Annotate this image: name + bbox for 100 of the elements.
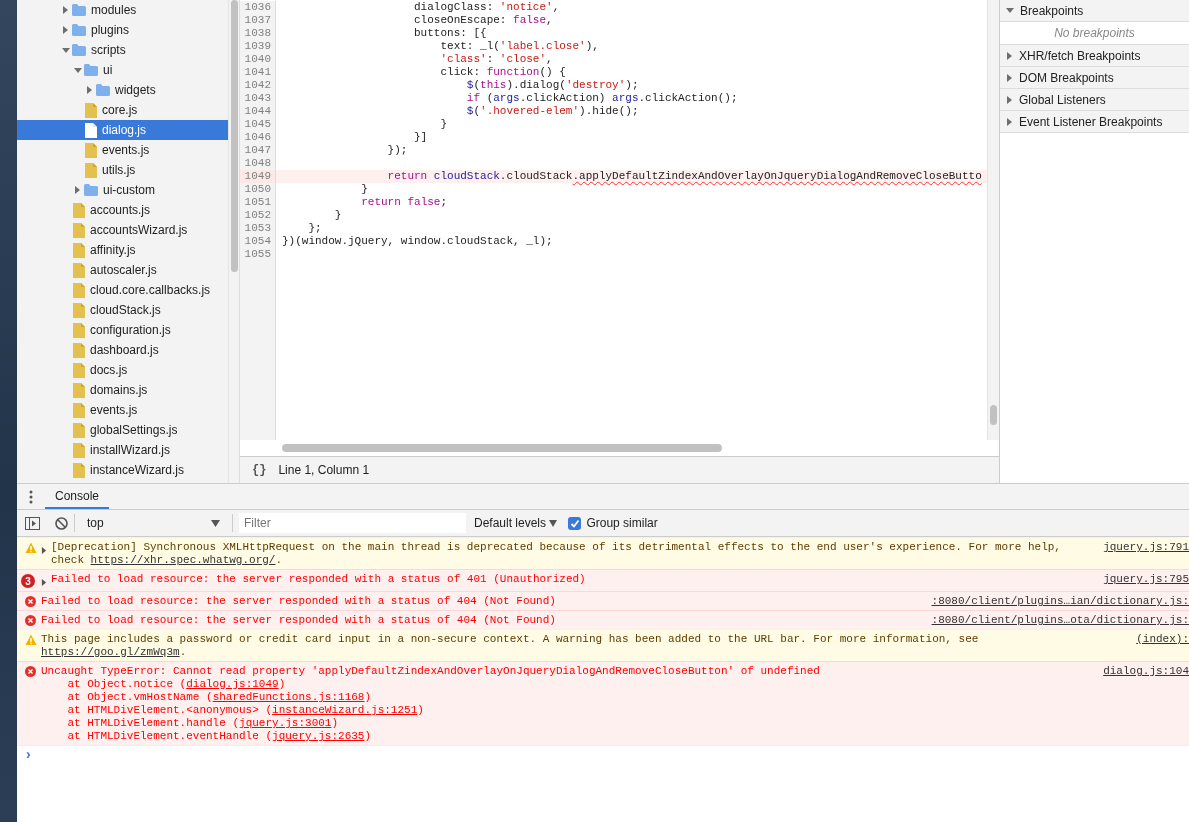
line-number: 1051 <box>240 196 276 209</box>
folder-icon <box>72 24 86 36</box>
collapsed-arrow-icon[interactable] <box>62 26 69 34</box>
line-number: 1047 <box>240 144 276 157</box>
console-prompt[interactable]: › <box>17 745 1189 764</box>
scrollbar-thumb[interactable] <box>990 405 997 425</box>
section-header[interactable]: Breakpoints <box>1000 0 1189 22</box>
source-link[interactable]: instanceWizard.js:1251 <box>272 704 418 716</box>
expanded-arrow-icon[interactable] <box>73 66 82 74</box>
message-link[interactable]: https://xhr.spec.whatwg.org/ <box>90 554 276 566</box>
file-label[interactable]: cloud.core.callbacks.js <box>90 281 211 299</box>
source-link[interactable]: dialog.js:1049 <box>186 678 279 690</box>
section-title: Global Listeners <box>1019 91 1106 109</box>
folder-icon <box>72 4 86 16</box>
line-number: 1041 <box>240 66 276 79</box>
section-title: Event Listener Breakpoints <box>1019 113 1163 131</box>
file-icon <box>73 222 85 238</box>
file-label[interactable]: autoscaler.js <box>90 261 157 279</box>
scrollbar-thumb[interactable] <box>282 444 722 452</box>
file-label[interactable]: globalSettings.js <box>90 421 178 439</box>
file-label[interactable]: affinity.js <box>90 241 136 259</box>
folder-label[interactable]: scripts <box>91 41 126 59</box>
section-header[interactable]: XHR/fetch Breakpoints <box>1000 45 1189 67</box>
file-icon <box>73 342 85 358</box>
sidebar-toggle-icon[interactable] <box>25 516 40 530</box>
filter-field[interactable]: Filter <box>239 513 466 533</box>
collapsed-arrow-icon[interactable] <box>86 86 93 94</box>
expand-arrow-icon[interactable] <box>41 578 47 586</box>
file-icon <box>85 102 97 118</box>
folder-icon <box>96 84 110 96</box>
file-label[interactable]: events.js <box>102 141 150 159</box>
scrollbar-thumb[interactable] <box>231 0 238 272</box>
line-number: 1052 <box>240 209 276 222</box>
levels-dropdown[interactable]: Default levels <box>474 514 558 532</box>
file-icon <box>73 322 85 338</box>
checkbox[interactable] <box>568 516 582 530</box>
clear-icon[interactable] <box>55 516 68 530</box>
file-label[interactable]: accounts.js <box>90 201 151 219</box>
section-header[interactable]: DOM Breakpoints <box>1000 67 1189 89</box>
file-icon <box>85 162 97 178</box>
folder-label[interactable]: modules <box>91 1 137 19</box>
line-number: 1044 <box>240 105 276 118</box>
checkbox-label: Group similar <box>586 515 658 532</box>
collapsed-arrow-icon[interactable] <box>62 6 69 14</box>
file-label[interactable]: installWizard.js <box>90 441 170 459</box>
console-message: Failed to load resource: the server responded with a status of 404 (Not Found) <box>41 614 556 626</box>
folder-label[interactable]: ui <box>103 61 113 79</box>
folder-icon <box>84 184 98 196</box>
source-link[interactable]: jquery.js:795 <box>1103 573 1189 589</box>
code-line: click: function() { <box>439 66 566 79</box>
source-link[interactable]: jquery.js:3001 <box>239 717 332 729</box>
line-number: 1053 <box>240 222 276 235</box>
file-label[interactable]: core.js <box>102 101 138 119</box>
file-label[interactable]: cloudStack.js <box>90 301 161 319</box>
source-link[interactable]: jquery.js:791 <box>1103 541 1189 567</box>
folder-label[interactable]: ui-custom <box>103 181 155 199</box>
collapsed-arrow-icon[interactable] <box>74 186 81 194</box>
code-line: })(window.jQuery, window.cloudStack, _l); <box>281 235 553 248</box>
source-link[interactable]: dialog.js:104 <box>1103 665 1189 743</box>
pretty-print-button[interactable]: {} <box>252 461 267 479</box>
source-link[interactable]: :8080/client/plugins…ota/dictionary.js: <box>931 614 1189 627</box>
expanded-arrow-icon[interactable] <box>61 46 70 54</box>
warning-icon <box>25 542 37 554</box>
folder-label[interactable]: widgets <box>115 81 156 99</box>
source-link[interactable]: jquery.js:2635 <box>272 730 365 742</box>
selected-file-row[interactable]: dialog.js <box>17 120 228 140</box>
file-label[interactable]: dialog.js <box>102 121 147 139</box>
file-label[interactable]: accountsWizard.js <box>90 221 188 239</box>
message-link[interactable]: https://goo.gl/zmWq3m <box>41 646 180 658</box>
code-line: if (args.clickAction) args.clickAction(); <box>465 92 738 105</box>
file-label[interactable]: domains.js <box>90 381 148 399</box>
line-number: 1039 <box>240 40 276 53</box>
section-header[interactable]: Event Listener Breakpoints <box>1000 111 1189 133</box>
file-label[interactable]: docs.js <box>90 361 128 379</box>
console-message: [Deprecation] Synchronous XMLHttpRequest on the main thread is deprecated because of its detrimental effects to the end user's experience. For more help, check https://xhr.spec.whatwg.org/. <box>51 541 1062 566</box>
line-number: 1050 <box>240 183 276 196</box>
expand-arrow-icon[interactable] <box>41 546 47 554</box>
file-label[interactable]: events.js <box>90 401 138 419</box>
section-title: DOM Breakpoints <box>1019 69 1114 87</box>
file-label[interactable]: dashboard.js <box>90 341 159 359</box>
more-menu-icon[interactable] <box>29 489 33 504</box>
code-line: return false; <box>360 196 448 209</box>
folder-label[interactable]: plugins <box>91 21 130 39</box>
code-line: $(this).dialog('destroy'); <box>465 79 639 92</box>
section-header[interactable]: Global Listeners <box>1000 89 1189 111</box>
source-link[interactable]: sharedFunctions.js:1168 <box>212 691 365 703</box>
warning-icon <box>25 634 37 646</box>
context-select[interactable]: top <box>81 513 226 533</box>
file-icon <box>85 142 97 158</box>
error-icon <box>25 615 36 626</box>
stack-frame: at HTMLDivElement.handle (jquery.js:3001) <box>41 717 1084 730</box>
line-number: 1042 <box>240 79 276 92</box>
source-link[interactable]: (index): <box>1136 633 1189 659</box>
line-number: 1037 <box>240 14 276 27</box>
file-label[interactable]: utils.js <box>102 161 136 179</box>
file-label[interactable]: configuration.js <box>90 321 171 339</box>
source-link[interactable]: :8080/client/plugins…ian/dictionary.js: <box>931 595 1189 608</box>
file-label[interactable]: instanceWizard.js <box>90 461 185 479</box>
code-line: }; <box>307 222 322 235</box>
line-number: 1048 <box>240 157 276 170</box>
